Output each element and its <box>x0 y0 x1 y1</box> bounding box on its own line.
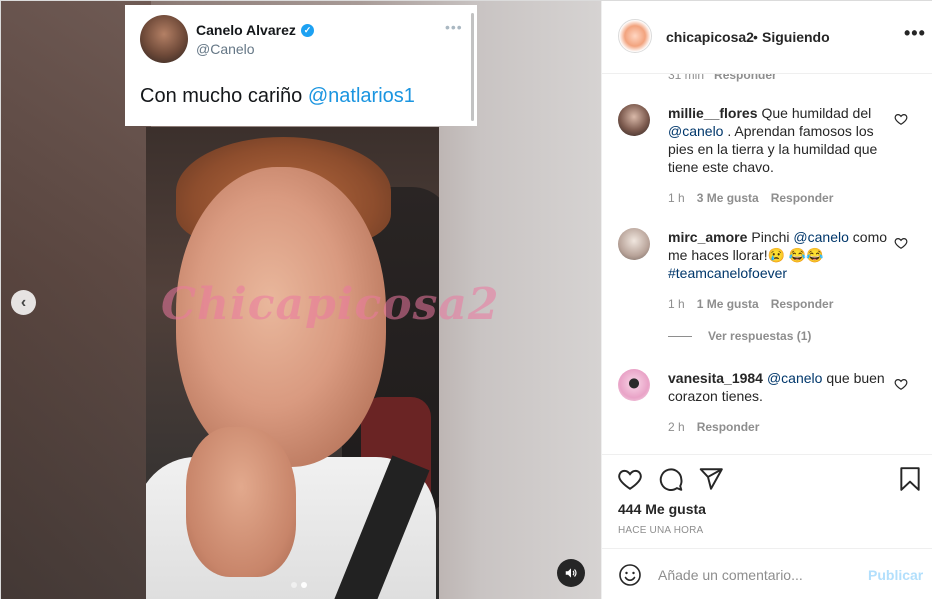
tweet-scrollbar <box>471 13 474 121</box>
commenter-avatar[interactable] <box>618 369 650 401</box>
comment-like-heart-icon[interactable] <box>894 112 908 126</box>
comment-like-heart-icon[interactable] <box>894 377 908 391</box>
tweet-text: Con mucho cariño @natlarios1 <box>140 85 415 108</box>
comment-meta: 2 h Responder <box>668 420 771 434</box>
comment-hashtag[interactable]: #teamcanelofoever <box>668 265 787 281</box>
comment-text: mirc_amore Pinchi @canelo como me haces l… <box>668 228 888 282</box>
header-separator: • <box>753 29 758 45</box>
reply-button[interactable]: Responder <box>714 74 777 82</box>
reply-button[interactable]: Responder <box>771 191 834 205</box>
reply-button[interactable]: Responder <box>771 297 834 311</box>
tweet-mention: @natlarios1 <box>307 85 415 107</box>
post-media[interactable]: Chicapicosa2 Canelo Alvarez ✓ @Canelo ••… <box>1 1 601 599</box>
author-username[interactable]: chicapicosa2 <box>666 29 754 45</box>
comment-likes[interactable]: 3 Me gusta <box>697 191 759 205</box>
comment-bubble-icon[interactable] <box>658 466 684 492</box>
emoji-icon[interactable] <box>618 563 642 587</box>
more-options-icon[interactable]: ••• <box>904 23 926 44</box>
comment-text: vanesita_1984 @canelo que buen corazon ti… <box>668 369 888 405</box>
post-timestamp: HACE UNA HORA <box>618 525 704 536</box>
replies-divider-line <box>668 336 692 338</box>
tweet-author-handle: @Canelo <box>196 41 255 57</box>
like-heart-icon[interactable] <box>617 466 643 492</box>
likes-count[interactable]: 444 Me gusta <box>618 501 706 517</box>
post-header: chicapicosa2 • Siguiendo ••• <box>602 1 932 74</box>
comment-body: Pinchi <box>751 229 794 245</box>
comment-mention[interactable]: @canelo <box>793 229 848 245</box>
mute-button[interactable] <box>557 559 585 587</box>
comment-meta-cut: 31 min Responder <box>668 74 777 82</box>
speaker-icon <box>565 568 577 578</box>
comment-meta: 1 h 1 Me gusta Responder <box>668 297 845 311</box>
tweet-author-name: Canelo Alvarez <box>196 22 296 38</box>
comment-time: 1 h <box>668 191 685 205</box>
tweet-more-icon: ••• <box>445 19 463 35</box>
commenter-username[interactable]: mirc_amore <box>668 229 747 245</box>
tweet-text-body: Con mucho cariño <box>140 85 308 107</box>
view-replies-button[interactable]: Ver respuestas (1) <box>668 329 811 343</box>
tweet-card: Canelo Alvarez ✓ @Canelo ••• Con mucho c… <box>125 5 477 126</box>
commenter-avatar[interactable] <box>618 228 650 260</box>
publish-button[interactable]: Publicar <box>868 567 923 583</box>
comment-like-heart-icon[interactable] <box>894 236 908 250</box>
comment-likes[interactable]: 1 Me gusta <box>697 297 759 311</box>
comment-meta: 1 h 3 Me gusta Responder <box>668 191 845 205</box>
verified-badge-icon: ✓ <box>301 24 314 37</box>
person-hand <box>186 427 296 577</box>
comment-text: millie__flores Que humildad del @canelo .… <box>668 104 888 176</box>
follow-status[interactable]: Siguiendo <box>762 29 830 45</box>
instagram-post-view: Chicapicosa2 Canelo Alvarez ✓ @Canelo ••… <box>0 0 932 599</box>
comments-list[interactable]: 31 min Responder millie__flores Que humild… <box>602 74 932 454</box>
add-comment-bar: Publicar <box>602 548 932 599</box>
carousel-dots <box>291 582 307 588</box>
comment-mention[interactable]: @canelo <box>668 123 723 139</box>
video-frame[interactable] <box>146 127 439 599</box>
tweet-avatar <box>140 15 188 63</box>
comment-body: Que humildad del <box>761 105 872 121</box>
share-paper-plane-icon[interactable] <box>698 466 724 492</box>
comment-time: 2 h <box>668 420 685 434</box>
watermark-text: Chicapicosa2 <box>161 279 500 330</box>
commenter-username[interactable]: millie__flores <box>668 105 758 121</box>
commenter-username[interactable]: vanesita_1984 <box>668 370 763 386</box>
author-avatar[interactable] <box>618 19 652 53</box>
view-replies-label: Ver respuestas (1) <box>708 329 812 343</box>
reply-button[interactable]: Responder <box>697 420 760 434</box>
comment-time: 31 min <box>668 74 705 82</box>
comment-mention[interactable]: @canelo <box>767 370 822 386</box>
comment-input[interactable] <box>658 563 858 587</box>
post-actions: 444 Me gusta HACE UNA HORA <box>602 454 932 548</box>
carousel-dot <box>291 582 297 588</box>
post-side-panel: chicapicosa2 • Siguiendo ••• 31 min Respo… <box>601 1 932 599</box>
save-bookmark-icon[interactable] <box>897 466 923 492</box>
carousel-prev-button[interactable]: ‹ <box>11 290 36 315</box>
carousel-dot-active <box>301 582 307 588</box>
comment-time: 1 h <box>668 297 685 311</box>
commenter-avatar[interactable] <box>618 104 650 136</box>
